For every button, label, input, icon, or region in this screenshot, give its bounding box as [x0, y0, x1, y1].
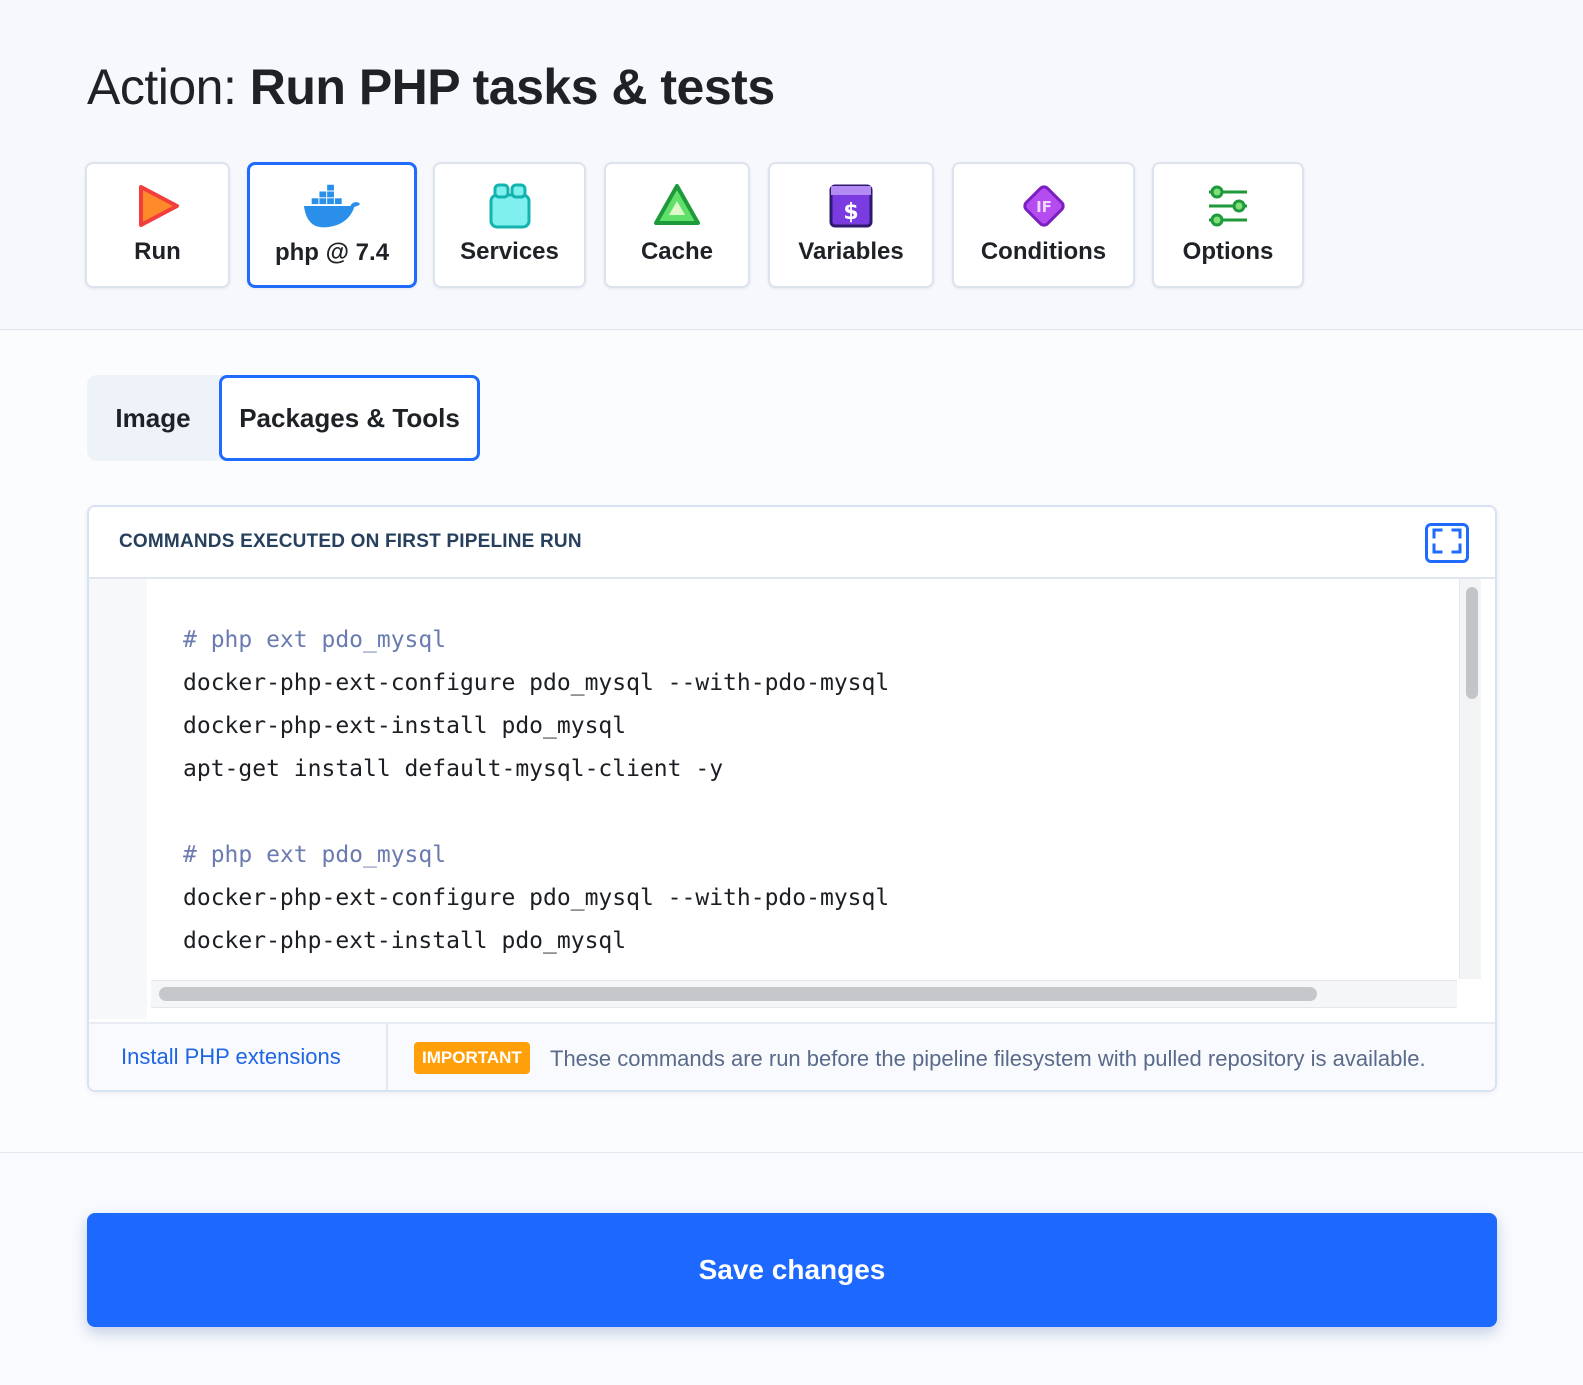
- horizontal-scrollbar-thumb[interactable]: [159, 987, 1317, 1001]
- tab-php[interactable]: php @ 7.4: [247, 162, 417, 288]
- page-title: Action: Run PHP tasks & tests: [87, 58, 775, 116]
- tab-options-label: Options: [1182, 238, 1274, 265]
- tab-packages-tools[interactable]: Packages & Tools: [219, 375, 480, 461]
- fullscreen-icon: [1432, 528, 1462, 559]
- code-line: apt-get install default-mysql-client -y: [183, 756, 724, 782]
- editor-header: COMMANDS EXECUTED ON FIRST PIPELINE RUN: [89, 507, 1495, 579]
- tab-cache[interactable]: Cache: [604, 162, 750, 288]
- tab-image[interactable]: Image: [87, 375, 219, 461]
- if-condition-icon: IF: [1014, 182, 1074, 230]
- page-title-prefix: Action:: [87, 59, 250, 115]
- docker-whale-icon: [302, 183, 362, 231]
- code-line: docker-php-ext-configure pdo_mysql --wit…: [183, 670, 890, 696]
- code-editor[interactable]: # php ext pdo_mysql docker-php-ext-confi…: [147, 579, 1457, 979]
- horizontal-scrollbar[interactable]: [151, 980, 1457, 1008]
- sliders-icon: [1198, 182, 1258, 230]
- fullscreen-button[interactable]: [1425, 523, 1469, 563]
- code-line: docker-php-ext-install pdo_mysql: [183, 713, 627, 739]
- svg-text:IF: IF: [1036, 198, 1052, 216]
- editor-footer: Install PHP extensions IMPORTANT These c…: [89, 1022, 1495, 1090]
- services-icon: [480, 182, 540, 230]
- tab-php-label: php @ 7.4: [274, 239, 390, 266]
- vertical-scrollbar-thumb[interactable]: [1466, 587, 1478, 699]
- code-line: docker-php-ext-configure pdo_mysql --wit…: [183, 885, 890, 911]
- tab-options[interactable]: Options: [1152, 162, 1304, 288]
- tab-services-label: Services: [460, 238, 559, 265]
- dollar-variable-icon: $: [821, 182, 881, 230]
- tab-run-label: Run: [134, 238, 181, 265]
- save-changes-button[interactable]: Save changes: [87, 1213, 1497, 1327]
- sub-tabs: Image Packages & Tools: [87, 375, 480, 461]
- tab-variables-label: Variables: [798, 238, 904, 265]
- play-icon: [128, 182, 188, 230]
- important-note: These commands are run before the pipeli…: [550, 1046, 1426, 1071]
- code-line: # php ext pdo_mysql: [183, 627, 447, 653]
- line-gutter: [89, 579, 147, 1019]
- tab-cache-label: Cache: [640, 238, 714, 265]
- footer-divider: [386, 1024, 388, 1090]
- code-line: # php ext pdo_mysql: [183, 842, 447, 868]
- editor-title: COMMANDS EXECUTED ON FIRST PIPELINE RUN: [119, 531, 582, 552]
- install-php-extensions-link[interactable]: Install PHP extensions: [121, 1044, 341, 1070]
- tab-run[interactable]: Run: [85, 162, 230, 288]
- page-title-name: Run PHP tasks & tests: [249, 59, 775, 115]
- important-badge: IMPORTANT: [414, 1042, 530, 1074]
- vertical-scrollbar[interactable]: [1459, 579, 1481, 979]
- cache-icon: [647, 182, 707, 230]
- svg-text:$: $: [843, 200, 858, 225]
- tab-conditions[interactable]: IF Conditions: [952, 162, 1135, 288]
- tab-variables[interactable]: $ Variables: [768, 162, 934, 288]
- tab-services[interactable]: Services: [433, 162, 586, 288]
- tab-conditions-label: Conditions: [980, 238, 1107, 265]
- commands-editor-panel: COMMANDS EXECUTED ON FIRST PIPELINE RUN …: [87, 505, 1497, 1092]
- code-line: docker-php-ext-install pdo_mysql: [183, 928, 627, 954]
